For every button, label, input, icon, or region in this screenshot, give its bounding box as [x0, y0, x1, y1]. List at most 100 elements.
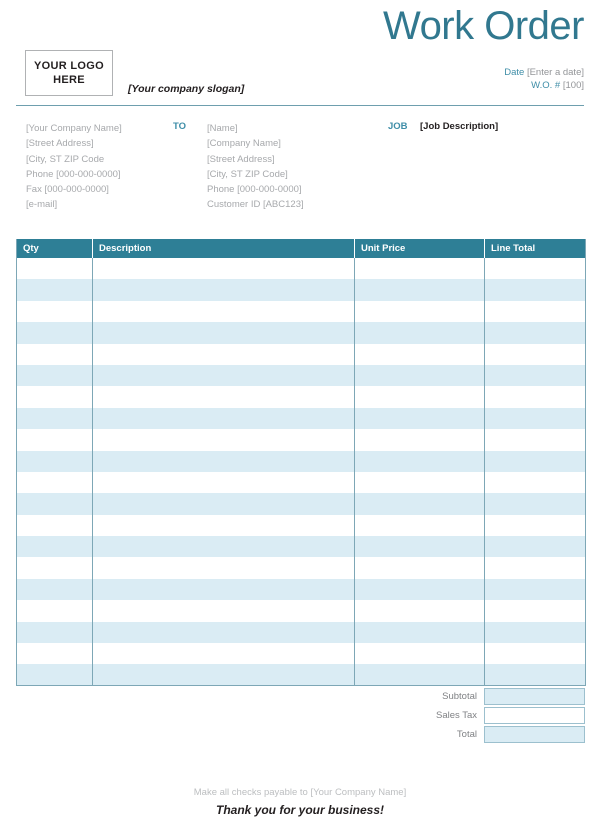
cell-description[interactable] — [92, 279, 355, 301]
cell-line-total[interactable] — [484, 258, 586, 280]
cell-description[interactable] — [92, 450, 355, 472]
work-order-number-value[interactable]: [100] — [563, 80, 584, 91]
cell-unit-price[interactable] — [354, 322, 485, 344]
cell-qty[interactable] — [16, 664, 93, 686]
cell-unit-price[interactable] — [354, 643, 485, 665]
cell-description[interactable] — [92, 578, 355, 601]
table-row[interactable] — [16, 364, 586, 387]
cell-description[interactable] — [92, 664, 355, 686]
cell-line-total[interactable] — [484, 600, 586, 622]
cell-line-total[interactable] — [484, 471, 586, 494]
cell-unit-price[interactable] — [354, 471, 485, 494]
table-row[interactable] — [16, 343, 586, 365]
table-row[interactable] — [16, 471, 586, 494]
cell-qty[interactable] — [16, 300, 93, 323]
cell-unit-price[interactable] — [354, 578, 485, 601]
cell-qty[interactable] — [16, 557, 93, 579]
table-row[interactable] — [16, 450, 586, 472]
cell-description[interactable] — [92, 621, 355, 644]
cell-qty[interactable] — [16, 450, 93, 472]
cell-qty[interactable] — [16, 493, 93, 515]
totals-value-field[interactable] — [484, 726, 585, 743]
cell-line-total[interactable] — [484, 557, 586, 579]
cell-unit-price[interactable] — [354, 493, 485, 515]
cell-qty[interactable] — [16, 600, 93, 622]
table-row[interactable] — [16, 514, 586, 537]
cell-unit-price[interactable] — [354, 429, 485, 451]
table-row[interactable] — [16, 258, 586, 280]
cell-qty[interactable] — [16, 343, 93, 365]
totals-value-field[interactable] — [484, 707, 585, 724]
cell-line-total[interactable] — [484, 322, 586, 344]
cell-unit-price[interactable] — [354, 514, 485, 537]
cell-description[interactable] — [92, 386, 355, 408]
cell-unit-price[interactable] — [354, 664, 485, 686]
cell-line-total[interactable] — [484, 364, 586, 387]
cell-description[interactable] — [92, 429, 355, 451]
cell-description[interactable] — [92, 557, 355, 579]
cell-unit-price[interactable] — [354, 279, 485, 301]
cell-qty[interactable] — [16, 386, 93, 408]
job-description-value[interactable]: [Job Description] — [420, 121, 498, 132]
cell-description[interactable] — [92, 407, 355, 430]
cell-line-total[interactable] — [484, 386, 586, 408]
cell-line-total[interactable] — [484, 450, 586, 472]
cell-line-total[interactable] — [484, 429, 586, 451]
date-value[interactable]: [Enter a date] — [527, 67, 584, 78]
cell-qty[interactable] — [16, 429, 93, 451]
cell-qty[interactable] — [16, 279, 93, 301]
cell-line-total[interactable] — [484, 536, 586, 558]
cell-qty[interactable] — [16, 364, 93, 387]
cell-qty[interactable] — [16, 407, 93, 430]
cell-qty[interactable] — [16, 643, 93, 665]
table-row[interactable] — [16, 279, 586, 301]
table-row[interactable] — [16, 643, 586, 665]
table-row[interactable] — [16, 621, 586, 644]
table-row[interactable] — [16, 429, 586, 451]
cell-unit-price[interactable] — [354, 450, 485, 472]
cell-description[interactable] — [92, 258, 355, 280]
cell-qty[interactable] — [16, 258, 93, 280]
company-slogan[interactable]: [Your company slogan] — [128, 83, 244, 95]
table-row[interactable] — [16, 386, 586, 408]
cell-line-total[interactable] — [484, 664, 586, 686]
cell-line-total[interactable] — [484, 407, 586, 430]
cell-qty[interactable] — [16, 322, 93, 344]
cell-unit-price[interactable] — [354, 364, 485, 387]
cell-description[interactable] — [92, 364, 355, 387]
cell-line-total[interactable] — [484, 300, 586, 323]
cell-line-total[interactable] — [484, 514, 586, 537]
cell-unit-price[interactable] — [354, 407, 485, 430]
cell-qty[interactable] — [16, 578, 93, 601]
cell-qty[interactable] — [16, 471, 93, 494]
cell-description[interactable] — [92, 471, 355, 494]
sender-address-block[interactable]: [Your Company Name] [Street Address] [Ci… — [26, 121, 122, 213]
cell-description[interactable] — [92, 643, 355, 665]
cell-line-total[interactable] — [484, 279, 586, 301]
cell-line-total[interactable] — [484, 621, 586, 644]
table-row[interactable] — [16, 600, 586, 622]
table-row[interactable] — [16, 493, 586, 515]
cell-description[interactable] — [92, 514, 355, 537]
table-row[interactable] — [16, 536, 586, 558]
cell-unit-price[interactable] — [354, 600, 485, 622]
table-row[interactable] — [16, 578, 586, 601]
table-row[interactable] — [16, 300, 586, 323]
cell-unit-price[interactable] — [354, 557, 485, 579]
recipient-address-block[interactable]: [Name] [Company Name] [Street Address] [… — [207, 121, 304, 213]
table-row[interactable] — [16, 407, 586, 430]
totals-value-field[interactable] — [484, 688, 585, 705]
cell-description[interactable] — [92, 343, 355, 365]
cell-description[interactable] — [92, 300, 355, 323]
table-row[interactable] — [16, 557, 586, 579]
cell-qty[interactable] — [16, 621, 93, 644]
cell-line-total[interactable] — [484, 643, 586, 665]
cell-description[interactable] — [92, 322, 355, 344]
cell-description[interactable] — [92, 600, 355, 622]
cell-description[interactable] — [92, 493, 355, 515]
cell-unit-price[interactable] — [354, 258, 485, 280]
table-row[interactable] — [16, 322, 586, 344]
cell-description[interactable] — [92, 536, 355, 558]
cell-unit-price[interactable] — [354, 343, 485, 365]
cell-unit-price[interactable] — [354, 386, 485, 408]
